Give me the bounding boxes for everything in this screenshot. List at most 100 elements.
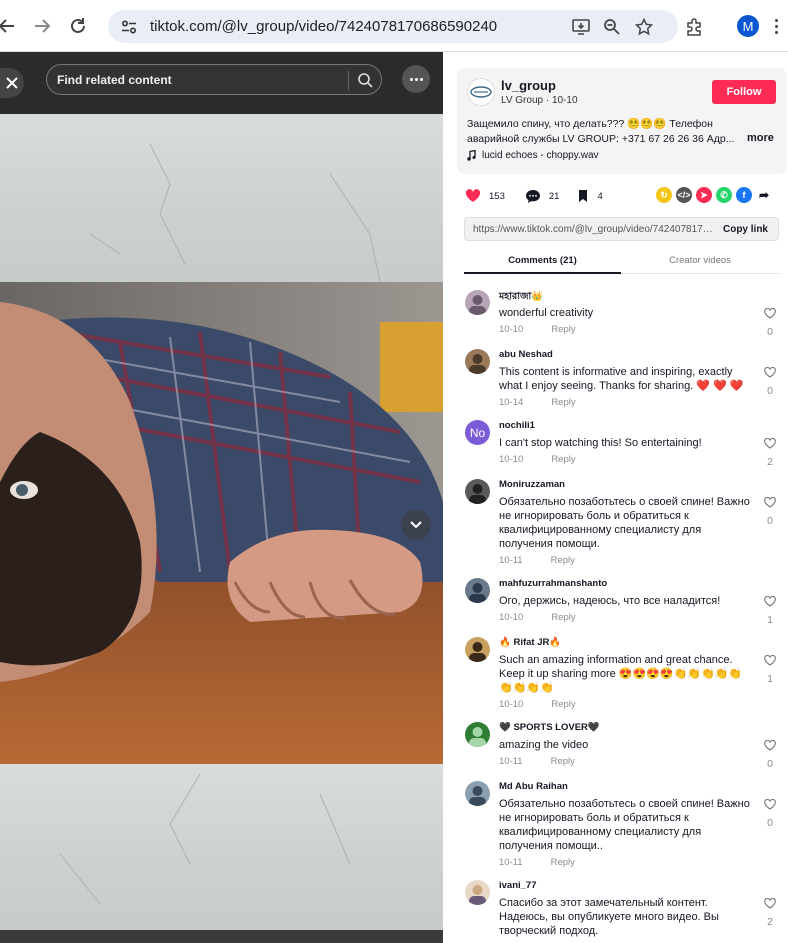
description-more-link[interactable]: more bbox=[747, 132, 774, 144]
more-options-button[interactable] bbox=[402, 65, 430, 93]
comment-button[interactable]: 21 bbox=[525, 189, 559, 204]
reply-button[interactable]: Reply bbox=[551, 397, 575, 408]
zoom-icon[interactable] bbox=[600, 15, 624, 39]
comment-like-button[interactable]: 0 bbox=[762, 738, 778, 770]
like-button[interactable]: 153 bbox=[465, 189, 505, 203]
comment-like-button[interactable]: 2 bbox=[762, 436, 778, 468]
video-player[interactable]: Find related content bbox=[0, 52, 443, 943]
commenter-avatar[interactable] bbox=[465, 880, 490, 905]
site-info-icon[interactable] bbox=[118, 16, 140, 38]
whatsapp-icon[interactable]: ✆ bbox=[716, 187, 732, 203]
next-video-button[interactable] bbox=[401, 510, 431, 540]
comment-text: This content is informative and inspirin… bbox=[499, 366, 744, 392]
tab-creator-videos[interactable]: Creator videos bbox=[621, 255, 779, 266]
commenter-avatar[interactable] bbox=[465, 349, 490, 374]
comment-like-count: 2 bbox=[767, 916, 773, 928]
facebook-icon[interactable]: f bbox=[736, 187, 752, 203]
copy-link-button[interactable]: Copy link bbox=[723, 224, 768, 235]
comment-like-count: 0 bbox=[767, 385, 773, 397]
wall-cracks-bottom bbox=[59, 773, 351, 905]
comment-like-count: 0 bbox=[767, 817, 773, 829]
comment-icon bbox=[525, 189, 540, 203]
address-url[interactable]: tiktok.com/@lv_group/video/7424078170686… bbox=[150, 18, 497, 35]
extensions-icon[interactable] bbox=[682, 15, 706, 39]
comment-meta: 10-10 Reply bbox=[499, 324, 576, 335]
profile-initial: M bbox=[742, 18, 754, 34]
heart-outline-icon bbox=[764, 366, 776, 378]
author-username[interactable]: lv_group bbox=[501, 78, 556, 93]
commenter-name[interactable]: ivani_77 bbox=[499, 880, 537, 891]
video-bottom-bar bbox=[0, 930, 443, 943]
browser-toolbar: tiktok.com/@lv_group/video/7424078170686… bbox=[0, 0, 788, 52]
profile-avatar[interactable]: M bbox=[737, 15, 759, 37]
comment-like-button[interactable]: 1 bbox=[762, 653, 778, 685]
reload-button[interactable] bbox=[61, 9, 95, 43]
comment-like-button[interactable]: 0 bbox=[762, 495, 778, 527]
commenter-avatar[interactable] bbox=[465, 722, 490, 747]
active-tab-indicator bbox=[464, 272, 621, 274]
commenter-name[interactable]: Moniruzzaman bbox=[499, 479, 565, 490]
bookmark-icon bbox=[579, 190, 588, 202]
author-avatar[interactable] bbox=[467, 78, 495, 106]
tab-comments[interactable]: Comments (21) bbox=[464, 255, 621, 266]
comment-text: Such an amazing information and great ch… bbox=[499, 654, 743, 694]
install-app-icon[interactable] bbox=[569, 15, 593, 39]
like-count: 153 bbox=[489, 190, 505, 202]
reply-button[interactable]: Reply bbox=[551, 555, 575, 566]
commenter-name[interactable]: মহারাজা👑 bbox=[499, 290, 543, 305]
bookmark-star-icon[interactable] bbox=[632, 15, 656, 39]
comment-like-button[interactable]: 2 bbox=[762, 896, 778, 928]
comment-like-count: 1 bbox=[767, 614, 773, 626]
embed-icon[interactable]: </> bbox=[676, 187, 692, 203]
commenter-name[interactable]: 🔥 Rifat JR🔥 bbox=[499, 637, 561, 648]
wall-bottom bbox=[0, 764, 443, 930]
reply-button[interactable]: Reply bbox=[551, 454, 575, 465]
heart-outline-icon bbox=[764, 437, 776, 449]
comment-date: 10-11 bbox=[499, 857, 523, 868]
reply-button[interactable]: Reply bbox=[551, 612, 575, 623]
commenter-name[interactable]: 🖤 SPORTS LOVER🖤 bbox=[499, 722, 600, 733]
comment-like-button[interactable]: 0 bbox=[762, 797, 778, 829]
follow-button[interactable]: Follow bbox=[712, 80, 776, 104]
save-count: 4 bbox=[597, 190, 603, 202]
commenter-avatar[interactable] bbox=[465, 290, 490, 315]
commenter-name[interactable]: mahfuzurrahmanshanto bbox=[499, 578, 607, 589]
forward-button[interactable] bbox=[25, 9, 59, 43]
commenter-avatar[interactable]: No bbox=[465, 420, 490, 445]
heart-outline-icon bbox=[764, 595, 776, 607]
comment-like-button[interactable]: 1 bbox=[762, 594, 778, 626]
commenter-name[interactable]: abu Neshad bbox=[499, 349, 553, 360]
author-subtitle: LV Group · 10-10 bbox=[501, 95, 578, 106]
heart-outline-icon bbox=[764, 739, 776, 751]
share-link-url[interactable]: https://www.tiktok.com/@lv_group/video/7… bbox=[473, 224, 713, 235]
share-link-field[interactable]: https://www.tiktok.com/@lv_group/video/7… bbox=[464, 217, 779, 241]
commenter-avatar[interactable] bbox=[465, 479, 490, 504]
search-icon[interactable] bbox=[356, 71, 374, 89]
music-link[interactable]: lucid echoes - choppy.wav bbox=[467, 150, 599, 161]
commenter-avatar[interactable] bbox=[465, 637, 490, 662]
commenter-avatar[interactable] bbox=[465, 781, 490, 806]
forward-arrow-icon bbox=[35, 19, 51, 33]
video-frame-man bbox=[0, 282, 443, 764]
send-to-friends-icon[interactable]: ➤ bbox=[696, 187, 712, 203]
commenter-avatar[interactable] bbox=[465, 578, 490, 603]
commenter-name[interactable]: Md Abu Raihan bbox=[499, 781, 568, 792]
save-button[interactable]: 4 bbox=[577, 189, 603, 203]
reply-button[interactable]: Reply bbox=[551, 699, 575, 710]
share-arrow-icon[interactable]: ➦ bbox=[756, 187, 772, 203]
back-button[interactable] bbox=[0, 9, 24, 43]
comment-date: 10-11 bbox=[499, 756, 523, 767]
reply-button[interactable]: Reply bbox=[551, 324, 575, 335]
comment-text: I can't stop watching this! So entertain… bbox=[499, 437, 702, 449]
comment-like-button[interactable]: 0 bbox=[762, 306, 778, 338]
reply-button[interactable]: Reply bbox=[551, 857, 575, 868]
wall-top bbox=[0, 114, 443, 283]
repost-icon[interactable]: ↻ bbox=[656, 187, 672, 203]
close-video-button[interactable] bbox=[0, 68, 24, 98]
browser-menu-icon[interactable] bbox=[770, 14, 782, 38]
video-description: Защемило спину, что делать??? 😵‍💫😵‍💫😵‍💫 … bbox=[467, 118, 735, 145]
comment-like-button[interactable]: 0 bbox=[762, 365, 778, 397]
commenter-name[interactable]: nochili1 bbox=[499, 420, 535, 431]
related-search-input[interactable]: Find related content bbox=[46, 64, 382, 95]
reply-button[interactable]: Reply bbox=[551, 756, 575, 767]
